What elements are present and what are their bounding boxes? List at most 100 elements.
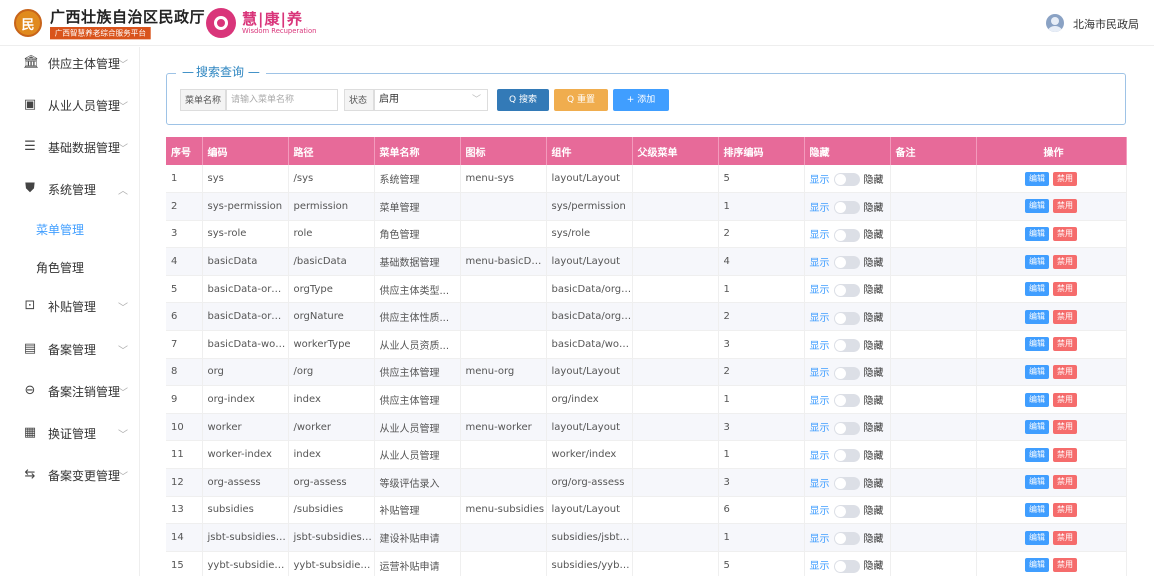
edit-button[interactable]: 编辑 [1025,199,1049,214]
disable-button[interactable]: 禁用 [1053,502,1077,517]
chevron-down-icon: ﹀ [118,302,128,314]
disable-button[interactable]: 禁用 [1053,282,1077,297]
add-button[interactable]: + 添加 [613,89,669,111]
cell-actions: 编辑 禁用 [976,468,1127,497]
sidebar-item-basic-data[interactable]: ☰ 基础数据管理 ﹀ [0,128,140,166]
cell-path: org-assess [288,468,375,497]
cell-menu-name: 供应主体性质... [374,302,461,332]
hidden-toggle-switch[interactable] [833,283,860,297]
hide-label: 隐藏 [863,506,884,518]
shield-icon: ⛊ [25,181,35,196]
edit-button[interactable]: 编辑 [1025,420,1049,435]
user-name[interactable]: 北海市民政局 [1073,16,1139,32]
cell-code: yybt-subsidies-... [202,551,289,576]
sidebar-item-menu-mgmt[interactable]: 菜单管理 [0,210,140,248]
edit-button[interactable]: 编辑 [1025,447,1049,462]
disable-button[interactable]: 禁用 [1053,226,1077,241]
disable-button[interactable]: 禁用 [1053,530,1077,545]
hidden-toggle-switch[interactable] [833,173,860,187]
edit-button[interactable]: 编辑 [1025,502,1049,517]
sidebar-item-filing-cancel[interactable]: ⊖ 备案注销管理 ﹀ [0,372,140,410]
cell-component: layout/Layout [546,413,633,442]
sidebar-item-filing-change[interactable]: ⇆ 备案变更管理 ﹀ [0,456,140,494]
disable-button[interactable]: 禁用 [1053,475,1077,490]
sidebar-item-org[interactable]: 🏛 供应主体管理 ﹀ [0,44,140,82]
disable-button[interactable]: 禁用 [1053,254,1077,269]
sidebar-item-role-mgmt[interactable]: 角色管理 [0,248,140,286]
edit-button[interactable]: 编辑 [1025,254,1049,269]
cell-parent [632,440,719,470]
cell-parent [632,275,719,304]
cell-parent [632,523,719,552]
disable-button[interactable]: 禁用 [1053,420,1077,435]
cell-hidden: 显示 隐藏 [804,302,891,332]
cell-component: layout/Layout [546,247,633,276]
cell-remark [890,523,977,552]
disable-button[interactable]: 禁用 [1053,337,1077,352]
sidebar-item-cert-renewal[interactable]: ▦ 换证管理 ﹀ [0,414,140,452]
cell-sort: 5 [718,165,805,194]
menu-name-input[interactable]: 请输入菜单名称 [226,89,338,111]
disable-button[interactable]: 禁用 [1053,309,1077,324]
cell-remark [890,302,977,332]
hidden-toggle-switch[interactable] [833,449,860,463]
hidden-toggle-switch[interactable] [833,228,860,242]
reset-button[interactable]: Q 重置 [554,89,608,111]
cell-no: 14 [166,523,203,552]
status-select[interactable]: 启用 ﹀ [374,89,488,111]
hidden-toggle-switch[interactable] [833,477,860,491]
cell-path: /basicData [288,247,375,276]
brand-title: 慧|康|养 [242,10,303,28]
cell-hidden: 显示 隐藏 [804,165,891,194]
sidebar-item-subsidy[interactable]: ⊡ 补贴管理 ﹀ [0,287,140,325]
edit-button[interactable]: 编辑 [1025,226,1049,241]
cell-sort: 2 [718,220,805,249]
sidebar-item-system[interactable]: ⛊ 系统管理 ︿ [0,170,140,208]
edit-button[interactable]: 编辑 [1025,558,1049,573]
hidden-toggle-switch[interactable] [833,201,860,215]
edit-button[interactable]: 编辑 [1025,309,1049,324]
table-row: 7 basicData-work... workerType 从业人员资质... bas… [166,330,1127,359]
edit-button[interactable]: 编辑 [1025,392,1049,407]
cell-icon: menu-basicData [460,247,547,276]
hidden-toggle-switch[interactable] [833,394,860,408]
hidden-toggle-switch[interactable] [833,311,860,325]
col-header-sort: 排序编码 [718,137,805,165]
sidebar-item-filing[interactable]: ▤ 备案管理 ﹀ [0,330,140,368]
hidden-toggle-switch[interactable] [833,421,860,435]
disable-button[interactable]: 禁用 [1053,171,1077,186]
cell-hidden: 显示 隐藏 [804,496,891,525]
col-header-remark: 备注 [890,137,977,165]
user-avatar-icon[interactable] [1046,14,1064,32]
cell-hidden: 显示 隐藏 [804,413,891,442]
search-button[interactable]: Q 搜索 [497,89,549,111]
edit-button[interactable]: 编辑 [1025,337,1049,352]
show-label: 显示 [809,533,830,545]
sidebar-item-label: 角色管理 [36,260,85,275]
cell-hidden: 显示 隐藏 [804,551,891,576]
hidden-toggle-switch[interactable] [833,366,860,380]
table-row: 2 sys-permission permission 菜单管理 sys/permiss… [166,192,1127,221]
edit-button[interactable]: 编辑 [1025,171,1049,186]
cell-remark [890,358,977,387]
sidebar-item-worker[interactable]: ▣ 从业人员管理 ﹀ [0,86,140,124]
hidden-toggle-switch[interactable] [833,559,860,573]
hidden-toggle-switch[interactable] [833,504,860,518]
edit-button[interactable]: 编辑 [1025,530,1049,545]
list-icon: ☰ [24,139,36,154]
hidden-toggle-switch[interactable] [833,339,860,353]
edit-button[interactable]: 编辑 [1025,282,1049,297]
table-row: 14 jsbt-subsidies-a... jsbt-subsidies-... 建… [166,523,1127,552]
hidden-toggle-switch[interactable] [833,256,860,270]
disable-button[interactable]: 禁用 [1053,558,1077,573]
edit-button[interactable]: 编辑 [1025,475,1049,490]
cell-menu-name: 等级评估录入 [374,468,461,497]
disable-button[interactable]: 禁用 [1053,447,1077,462]
sidebar-item-label: 备案变更管理 [48,468,121,483]
disable-button[interactable]: 禁用 [1053,392,1077,407]
edit-button[interactable]: 编辑 [1025,364,1049,379]
hidden-toggle-switch[interactable] [833,532,860,546]
disable-button[interactable]: 禁用 [1053,364,1077,379]
disable-button[interactable]: 禁用 [1053,199,1077,214]
chevron-down-icon: ﹀ [118,143,128,155]
